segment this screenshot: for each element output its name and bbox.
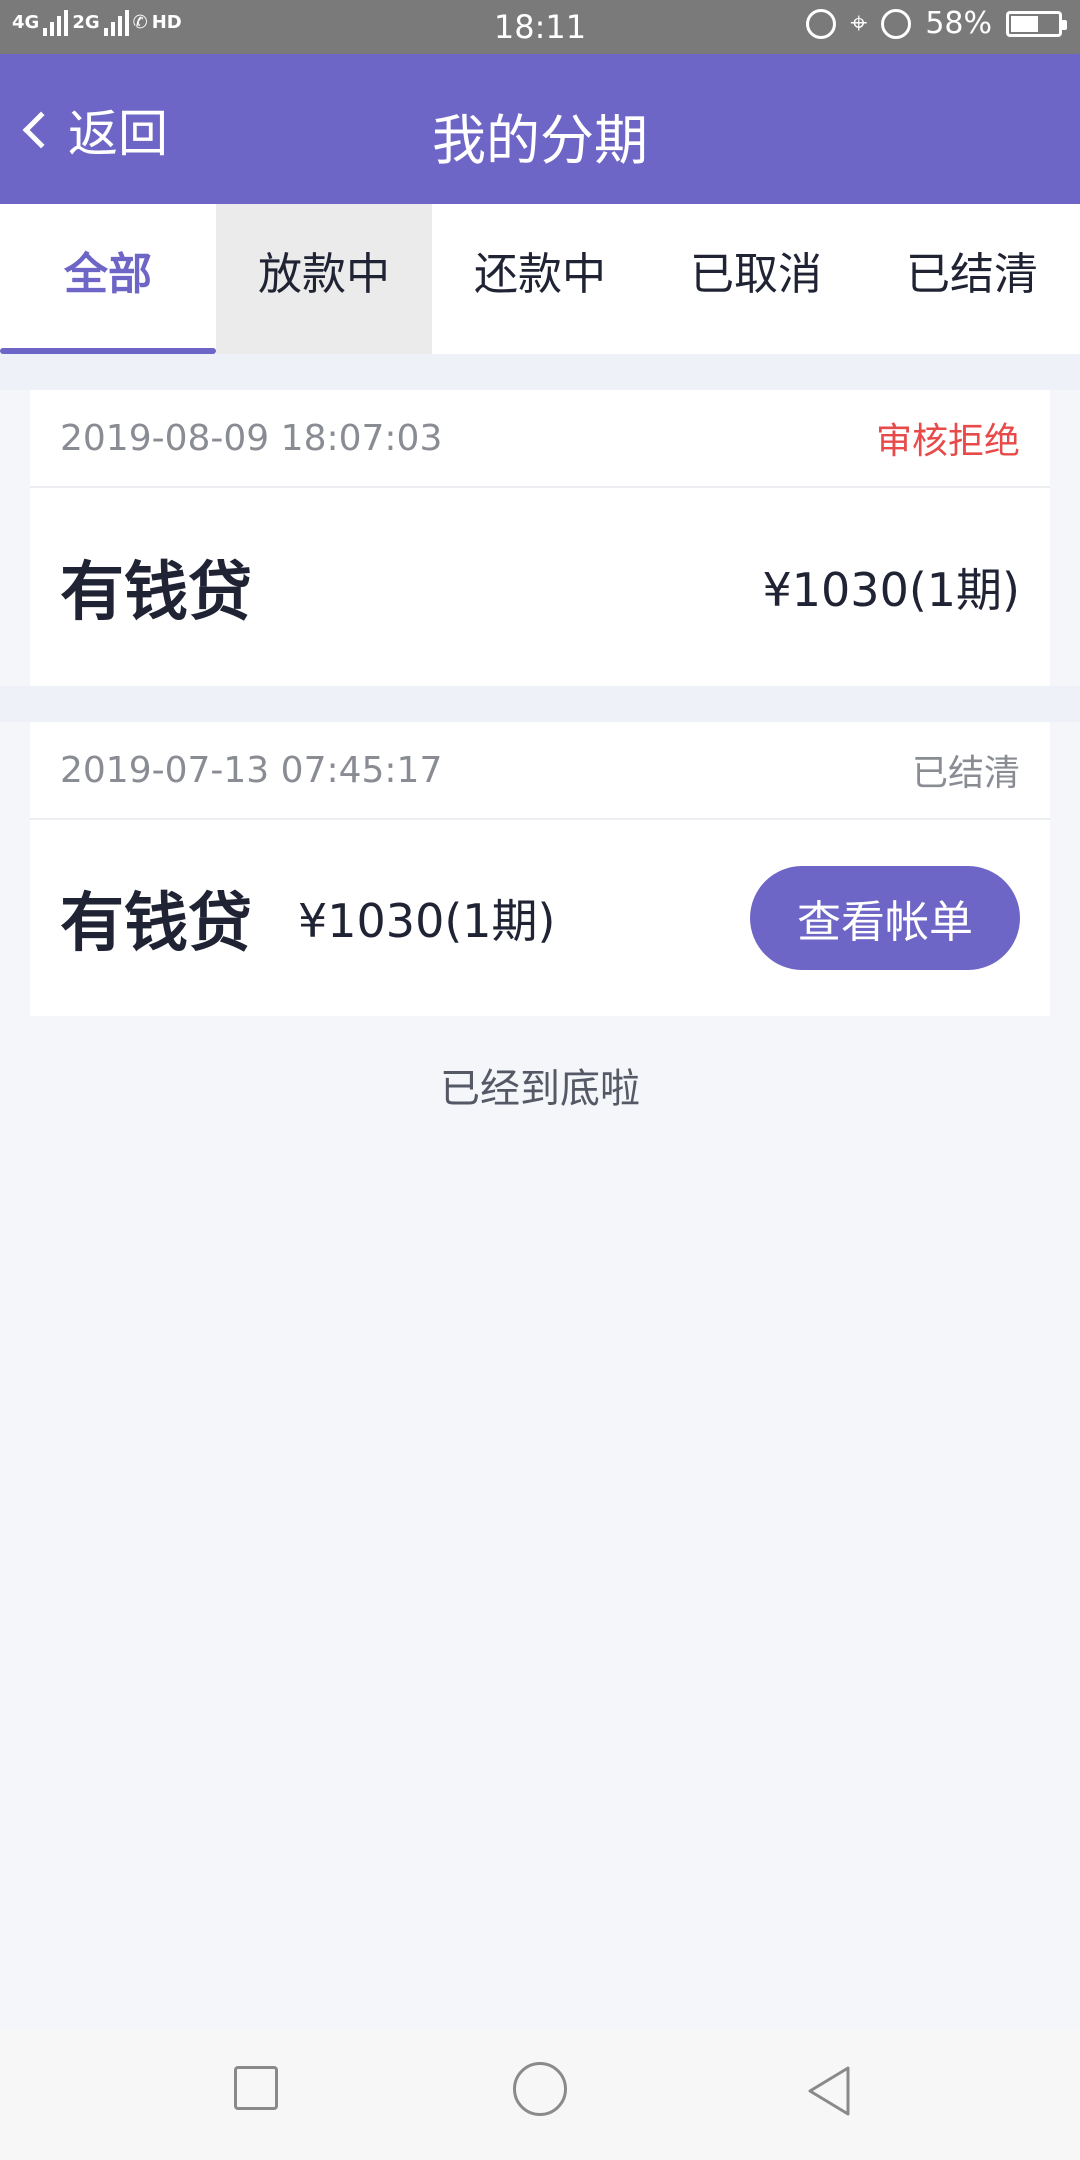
order-card[interactable]: 2019-07-13 07:45:17 已结清 有钱贷 ¥1030(1期) 查看… bbox=[30, 722, 1050, 1016]
list-end-text: 已经到底啦 bbox=[440, 1066, 640, 1112]
order-card-header: 2019-07-13 07:45:17 已结清 bbox=[30, 722, 1050, 820]
page-title: 我的分期 bbox=[432, 109, 648, 172]
product-name: 有钱贷 bbox=[60, 887, 252, 961]
filter-tabs: 全部 放款中 还款中 已取消 已结清 bbox=[0, 204, 1080, 354]
order-time: 2019-08-09 18:07:03 bbox=[60, 417, 443, 459]
product-name: 有钱贷 bbox=[60, 556, 252, 630]
status-bar: 4G 2G ✆ HD 18:11 ⌖ 58% bbox=[0, 0, 1080, 54]
order-status: 审核拒绝 bbox=[875, 421, 1020, 462]
tab-all[interactable]: 全部 bbox=[0, 204, 216, 354]
order-amount: ¥1030(1期) bbox=[298, 894, 556, 948]
order-amount: ¥1030(1期) bbox=[762, 563, 1021, 617]
section-divider bbox=[0, 354, 1080, 390]
recents-square-icon[interactable] bbox=[234, 2066, 278, 2110]
order-time: 2019-07-13 07:45:17 bbox=[60, 749, 443, 791]
home-circle-icon[interactable] bbox=[513, 2062, 567, 2116]
status-right: ⌖ 58% bbox=[806, 6, 1067, 41]
order-card-body: 有钱贷 ¥1030(1期) bbox=[30, 488, 1050, 686]
back-triangle-icon[interactable] bbox=[804, 2064, 854, 2118]
system-nav-bar bbox=[0, 2030, 1080, 2160]
lock-rotation-icon bbox=[806, 8, 837, 39]
nav-bar: 返回 我的分期 bbox=[0, 54, 1080, 204]
tab-disbursing[interactable]: 放款中 bbox=[216, 204, 432, 354]
order-card[interactable]: 2019-08-09 18:07:03 审核拒绝 有钱贷 ¥1030(1期) bbox=[30, 390, 1050, 686]
tab-settled[interactable]: 已结清 bbox=[864, 204, 1080, 354]
alarm-icon bbox=[881, 8, 912, 39]
battery-percent: 58% bbox=[925, 6, 992, 41]
tab-repaying[interactable]: 还款中 bbox=[432, 204, 648, 354]
location-icon: ⌖ bbox=[850, 6, 868, 41]
view-bill-button[interactable]: 查看帐单 bbox=[750, 866, 1020, 970]
order-status: 已结清 bbox=[911, 753, 1020, 794]
order-card-body: 有钱贷 ¥1030(1期) 查看帐单 bbox=[30, 820, 1050, 1016]
card-divider bbox=[0, 686, 1080, 722]
battery-icon bbox=[1006, 10, 1067, 37]
tab-cancelled[interactable]: 已取消 bbox=[648, 204, 864, 354]
order-card-header: 2019-08-09 18:07:03 审核拒绝 bbox=[30, 390, 1050, 488]
